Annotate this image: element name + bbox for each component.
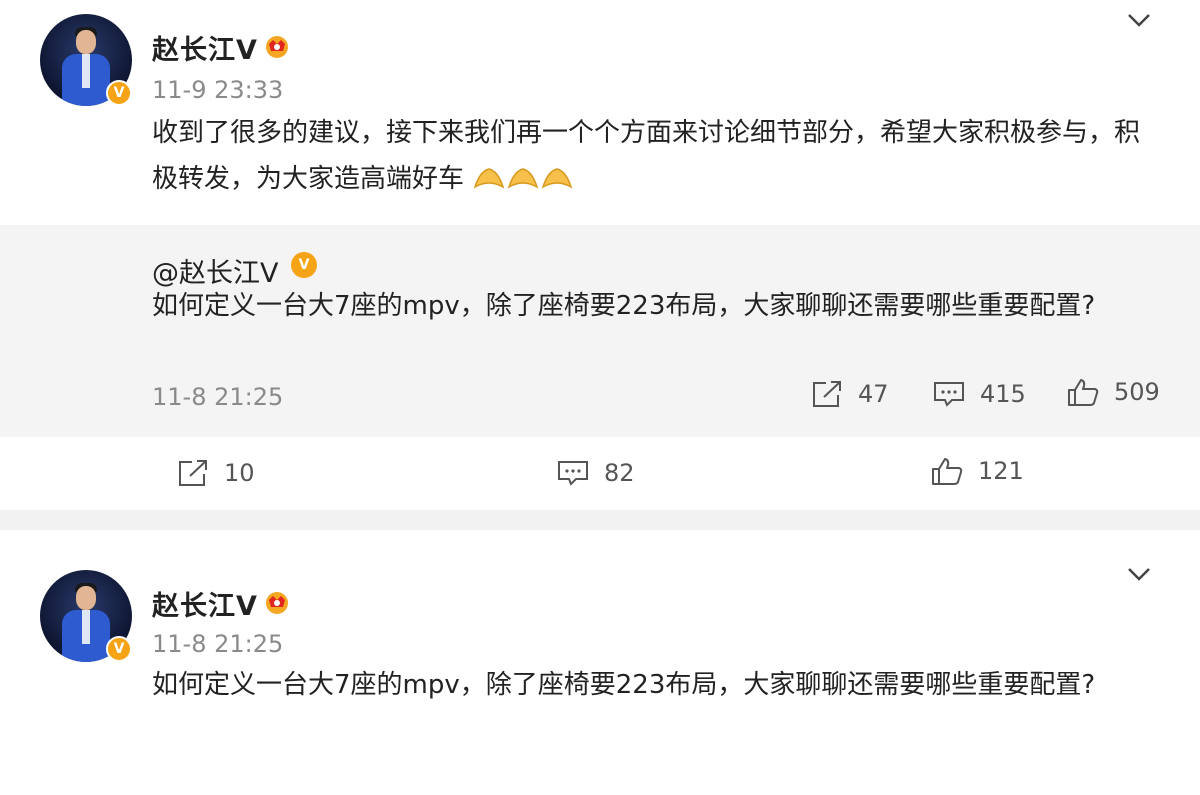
like-count: 121 <box>978 457 1024 485</box>
clapping-hands-emoji <box>507 168 539 189</box>
repost-icon <box>179 460 207 486</box>
post-text: 收到了很多的建议，接下来我们再一个个方面来讨论细节部分，希望大家积极参与，积极转… <box>152 110 1152 202</box>
clapping-hands-emoji <box>541 168 573 189</box>
comment-button[interactable]: 82 <box>556 458 635 488</box>
verified-badge-icon: V <box>291 252 317 278</box>
clapping-hands-emoji <box>473 168 505 189</box>
comment-count: 415 <box>980 380 1026 408</box>
comment-count: 82 <box>604 459 635 487</box>
author-name[interactable]: 赵长江V <box>152 584 258 623</box>
repost-text: 如何定义一台大7座的mpv，除了座椅要223布局，大家聊聊还需要哪些重要配置? <box>152 291 1096 321</box>
author-name[interactable]: 赵长江V <box>152 28 258 67</box>
comment-button[interactable]: 415 <box>932 379 1026 409</box>
repost-share-button[interactable]: 10 <box>176 458 255 488</box>
post-text: 如何定义一台大7座的mpv，除了座椅要223布局，大家聊聊还需要哪些重要配置? <box>152 670 1096 700</box>
post-text-content: 收到了很多的建议，接下来我们再一个个方面来讨论细节部分，希望大家积极参与，积极转… <box>152 118 1141 194</box>
verified-badge-icon: V <box>106 636 132 662</box>
member-crown-icon <box>266 592 288 614</box>
like-button[interactable]: 121 <box>930 456 1024 486</box>
repost-share-button[interactable]: 47 <box>810 379 889 409</box>
comment-icon <box>558 461 588 486</box>
chevron-down-icon[interactable] <box>1126 566 1152 582</box>
like-button[interactable]: 509 <box>1066 377 1160 407</box>
verified-badge-icon: V <box>106 80 132 106</box>
member-crown-icon <box>266 36 288 58</box>
repost-block[interactable]: @赵长江V V 如何定义一台大7座的mpv，除了座椅要223布局，大家聊聊还需要… <box>0 225 1200 437</box>
post-time: 11-9 23:33 <box>152 76 284 104</box>
like-icon <box>932 458 963 485</box>
comment-icon <box>934 382 964 407</box>
weibo-post-card: V 赵长江V 11-8 21:25 如何定义一台大7座的mpv，除了座椅要223… <box>0 530 1200 795</box>
like-count: 509 <box>1114 378 1160 406</box>
repost-count: 47 <box>858 380 889 408</box>
repost-count: 10 <box>224 459 255 487</box>
like-icon <box>1068 379 1099 406</box>
chevron-down-icon[interactable] <box>1126 12 1152 28</box>
post-time: 11-8 21:25 <box>152 630 284 658</box>
weibo-post-card: V 赵长江V 11-9 23:33 收到了很多的建议，接下来我们再一个个方面来讨… <box>0 0 1200 510</box>
repost-time: 11-8 21:25 <box>152 383 284 411</box>
repost-icon <box>813 381 841 407</box>
